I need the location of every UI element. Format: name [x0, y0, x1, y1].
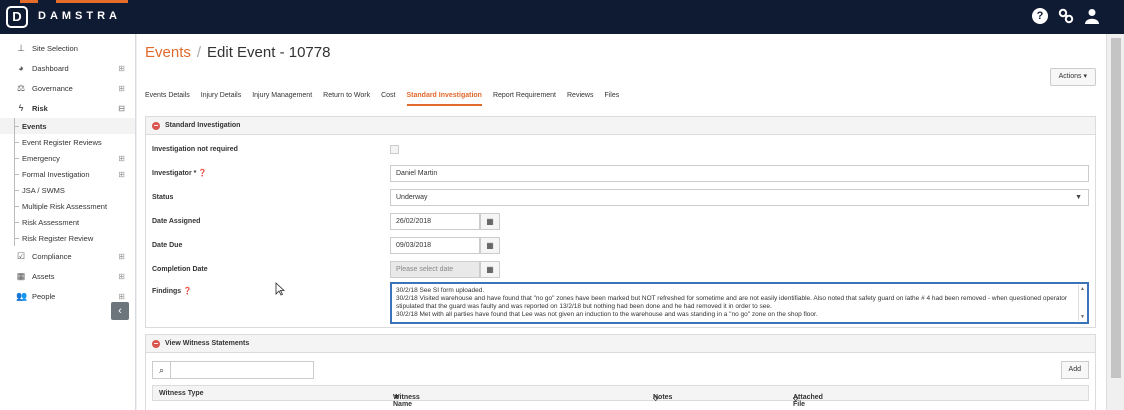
assets-icon: ▦: [16, 270, 26, 281]
expand-icon[interactable]: ⊞: [118, 84, 125, 93]
expand-icon[interactable]: ⊞: [118, 272, 125, 281]
scrollbar-thumb[interactable]: [1111, 38, 1121, 378]
orange-marker: [20, 0, 38, 3]
sidebar-item-risk[interactable]: ϟ Risk ⊟: [0, 98, 135, 118]
tab-injury-details[interactable]: Injury Details: [201, 86, 241, 106]
status-label: Status: [152, 193, 174, 201]
page-scrollbar[interactable]: [1106, 34, 1124, 410]
sidebar-item-jsa-swms[interactable]: JSA / SWMS: [0, 182, 135, 198]
expand-icon[interactable]: ⊞: [118, 64, 125, 73]
collapse-circle-icon[interactable]: −: [152, 339, 160, 348]
tab-injury-management[interactable]: Injury Management: [252, 86, 312, 106]
orange-marker: [56, 0, 128, 3]
sidebar-item-dashboard[interactable]: ◕ Dashboard ⊞: [0, 58, 135, 78]
brand-name: DAMSTRA: [38, 10, 121, 22]
sidebar-item-governance[interactable]: ⚖ Governance ⊞: [0, 78, 135, 98]
people-icon: 👥: [16, 290, 28, 301]
column-witness-type[interactable]: Witness Type: [159, 390, 204, 397]
sidebar-item-event-register-reviews[interactable]: Event Register Reviews: [0, 134, 135, 150]
investigation-not-required-checkbox[interactable]: [390, 144, 399, 154]
status-value: Underway: [396, 193, 428, 201]
breadcrumb-events[interactable]: Events: [145, 44, 191, 61]
tab-cost[interactable]: Cost: [381, 86, 395, 106]
completion-date-label: Completion Date: [152, 265, 208, 273]
witness-statements-panel: − View Witness Statements ⌕ Add Witness …: [145, 334, 1096, 410]
calendar-icon[interactable]: ▦: [480, 236, 500, 254]
page-heading: Edit Event - 10778: [207, 44, 331, 61]
actions-button[interactable]: Actions ▾: [1049, 68, 1096, 86]
findings-textarea[interactable]: 30/2/18 See SI form uploaded. 30/2/18 Vi…: [390, 282, 1089, 324]
sidebar-item-compliance[interactable]: ☑ Compliance ⊞: [0, 246, 135, 266]
sidebar-item-formal-investigation[interactable]: Formal Investigation ⊞: [0, 166, 135, 182]
breadcrumb-separator: /: [196, 44, 202, 61]
calendar-icon[interactable]: ▦: [480, 212, 500, 230]
sidebar-item-emergency[interactable]: Emergency ⊞: [0, 150, 135, 166]
user-icon[interactable]: [1084, 8, 1100, 24]
tab-report-requirement[interactable]: Report Requirement: [493, 86, 556, 106]
witness-search-input[interactable]: ⌕: [152, 361, 314, 379]
findings-line: 30/2/18 Visited warehouse and have found…: [396, 295, 1068, 310]
mouse-cursor-icon: [275, 282, 286, 299]
expand-icon[interactable]: ⊞: [118, 170, 125, 179]
tab-standard-investigation[interactable]: Standard Investigation: [406, 86, 482, 106]
witness-table-header: Witness Type ▼ Witness Name ◇ Notes ◇ At…: [152, 385, 1089, 408]
status-select[interactable]: Underway ▼: [390, 188, 1089, 206]
calendar-icon[interactable]: ▦: [480, 260, 500, 278]
textarea-scrollbar[interactable]: [1078, 285, 1086, 321]
findings-label: Findings ❓: [152, 288, 192, 295]
sidebar: ⊥ Site Selection ◕ Dashboard ⊞ ⚖ Governa…: [0, 34, 136, 410]
sidebar-item-assets[interactable]: ▦ Assets ⊞: [0, 266, 135, 286]
date-assigned-input[interactable]: 26/02/2018: [390, 212, 480, 230]
investigator-input[interactable]: Daniel Martin: [390, 164, 1089, 182]
sidebar-item-events[interactable]: Events: [0, 118, 135, 134]
date-assigned-label: Date Assigned: [152, 217, 201, 225]
collapse-circle-icon[interactable]: −: [152, 121, 160, 130]
sitemap-icon: ⊥: [17, 42, 25, 53]
findings-line: 30/2/18 Met with all parties have found …: [396, 311, 818, 318]
caret-down-icon: ▼: [1075, 193, 1082, 201]
page-title: Events / Edit Event - 10778: [145, 44, 330, 61]
tab-events-details[interactable]: Events Details: [145, 86, 190, 106]
expand-icon[interactable]: ⊞: [118, 252, 125, 261]
balance-icon: ⚖: [16, 82, 26, 93]
tab-files[interactable]: Files: [604, 86, 619, 106]
top-bar: D DAMSTRA ?: [0, 0, 1124, 34]
settings-icon[interactable]: [1058, 8, 1074, 24]
tab-reviews[interactable]: Reviews: [567, 86, 593, 106]
completion-date-input[interactable]: Please select date: [390, 260, 480, 278]
chevron-left-icon: ‹: [118, 305, 122, 317]
expand-icon[interactable]: ⊞: [118, 292, 125, 301]
add-witness-button[interactable]: Add: [1060, 361, 1089, 379]
witness-statements-header[interactable]: − View Witness Statements: [146, 335, 1095, 353]
standard-investigation-panel: − Standard Investigation Investigation n…: [145, 116, 1096, 328]
sidebar-item-multiple-risk-assessment[interactable]: Multiple Risk Assessment: [0, 198, 135, 214]
investigation-not-required-label: Investigation not required: [152, 145, 238, 153]
standard-investigation-header[interactable]: − Standard Investigation: [146, 117, 1095, 135]
date-due-input[interactable]: 09/03/2018: [390, 236, 480, 254]
tab-return-to-work[interactable]: Return to Work: [323, 86, 370, 106]
damstra-logo[interactable]: D: [6, 6, 28, 28]
collapse-sidebar-button[interactable]: ‹: [111, 302, 129, 320]
risk-icon: ϟ: [18, 103, 24, 113]
collapse-icon[interactable]: ⊟: [118, 104, 125, 113]
check-icon: ☑: [16, 250, 26, 261]
dashboard-icon: ◕: [18, 63, 24, 73]
search-icon: ⌕: [153, 362, 171, 378]
help-icon[interactable]: ?: [1032, 8, 1048, 24]
sidebar-item-risk-register-review[interactable]: Risk Register Review: [0, 230, 135, 246]
sidebar-item-site-selection[interactable]: ⊥ Site Selection: [0, 38, 135, 58]
investigator-label: Investigator * ❓: [152, 170, 208, 177]
findings-line: 30/2/18 See SI form uploaded.: [396, 287, 485, 294]
date-due-label: Date Due: [152, 241, 183, 249]
main-content: Events / Edit Event - 10778 Actions ▾ Even…: [137, 34, 1106, 410]
expand-icon[interactable]: ⊞: [118, 154, 125, 163]
event-tabs: Events Details Injury Details Injury Man…: [145, 86, 1096, 106]
sidebar-item-risk-assessment[interactable]: Risk Assessment: [0, 214, 135, 230]
